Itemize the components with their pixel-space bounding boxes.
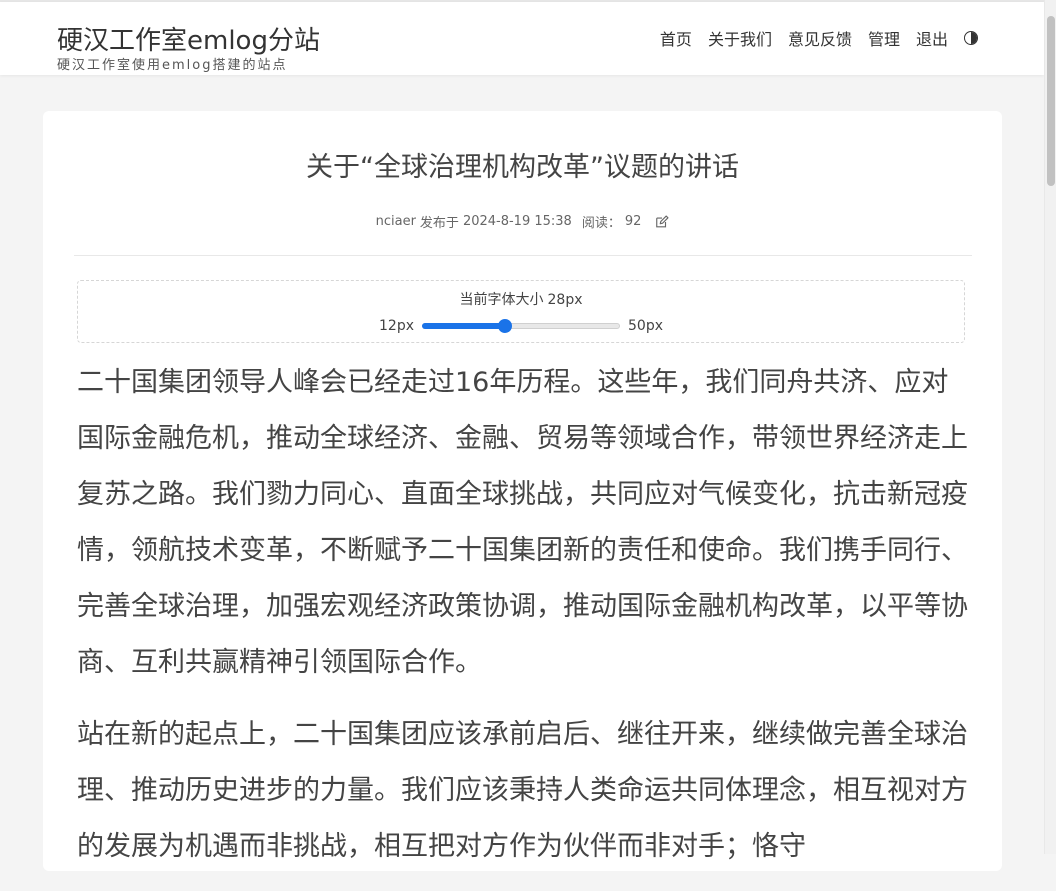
nav-home[interactable]: 首页 — [660, 26, 692, 50]
main-nav: 首页 关于我们 意见反馈 管理 退出 — [660, 26, 978, 50]
post-content: 二十国集团领导人峰会已经走过16年历程。这些年，我们同舟共济、应对国际金融危机，… — [77, 355, 973, 891]
site-header: 硬汉工作室emlog分站 硬汉工作室使用emlog搭建的站点 首页 关于我们 意… — [0, 2, 1044, 75]
font-size-slider-row: 12px 50px — [78, 318, 964, 334]
font-size-slider[interactable] — [422, 318, 620, 334]
font-size-control: 当前字体大小 28px 12px 50px — [77, 280, 965, 343]
site-title[interactable]: 硬汉工作室emlog分站 — [57, 20, 320, 57]
half-circle-icon[interactable] — [964, 31, 978, 45]
nav-about[interactable]: 关于我们 — [708, 26, 772, 50]
post-views: 92 — [624, 214, 642, 229]
nav-admin[interactable]: 管理 — [868, 26, 900, 50]
post-date: 2024-8-19 15:38 — [462, 214, 572, 229]
post-card: 关于“全球治理机构改革”议题的讲话 nciaer 发布于 2024-8-19 1… — [43, 111, 1002, 871]
slider-thumb[interactable] — [498, 319, 512, 333]
page-scrollbar[interactable] — [1044, 0, 1056, 854]
font-size-min: 12px — [379, 318, 414, 334]
post-published-label: 发布于 — [419, 216, 459, 231]
nav-feedback[interactable]: 意见反馈 — [788, 26, 852, 50]
nav-logout[interactable]: 退出 — [916, 26, 948, 50]
font-size-current: 当前字体大小 28px — [78, 289, 964, 309]
title-divider — [74, 255, 972, 256]
font-size-label: 当前字体大小 — [459, 292, 544, 308]
site-subtitle: 硬汉工作室使用emlog搭建的站点 — [57, 58, 288, 73]
post-views-label: 阅读： — [581, 216, 621, 231]
post-author[interactable]: nciaer — [376, 214, 416, 229]
font-size-max: 50px — [628, 318, 663, 334]
post-meta: nciaer 发布于 2024-8-19 15:38 阅读： 92 — [43, 212, 1002, 231]
scrollbar-thumb[interactable] — [1047, 16, 1055, 186]
post-title: 关于“全球治理机构改革”议题的讲话 — [306, 152, 739, 183]
edit-icon[interactable] — [655, 214, 669, 229]
article-paragraph: 站在新的起点上，二十国集团应该承前启后、继往开来，继续做完善全球治理、推动历史进… — [77, 719, 968, 862]
font-size-value: 28px — [547, 292, 583, 308]
slider-fill — [422, 323, 505, 329]
article-paragraph: 二十国集团领导人峰会已经走过16年历程。这些年，我们同舟共济、应对国际金融危机，… — [77, 367, 968, 678]
